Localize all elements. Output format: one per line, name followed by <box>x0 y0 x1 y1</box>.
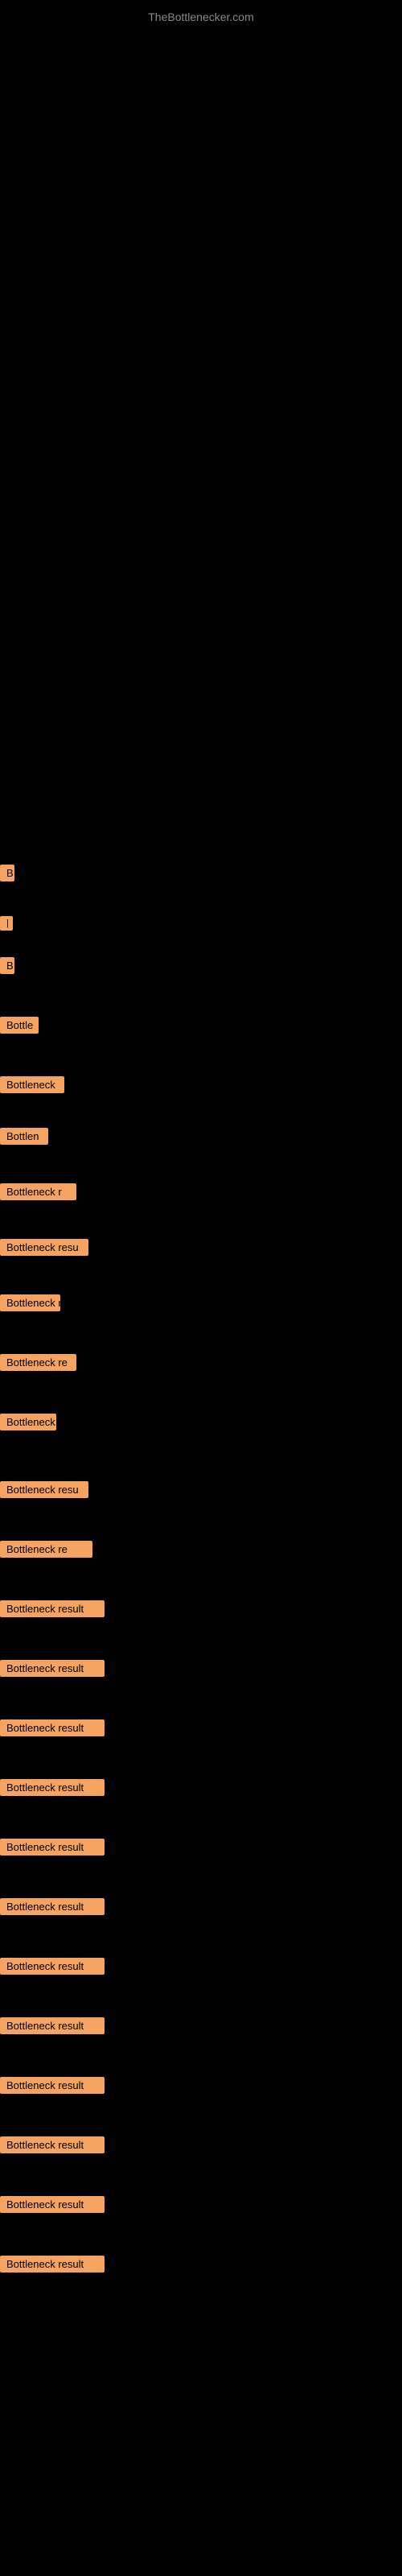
list-item: Bottleneck r <box>0 1180 402 1208</box>
bottleneck-result-label: Bottleneck result <box>0 2196 105 2213</box>
bottleneck-result-label: Bottleneck result <box>0 1600 105 1617</box>
bottleneck-result-label: Bottleneck result <box>0 1898 105 1915</box>
list-item: Bottleneck resu <box>0 1478 402 1505</box>
list-item: Bottleneck result <box>0 1955 402 1982</box>
list-item: Bottleneck result <box>0 1835 402 1863</box>
bottleneck-result-label: Bottleneck result <box>0 1779 105 1796</box>
list-item: Bottleneck re <box>0 1538 402 1565</box>
bottleneck-result-label: Bottleneck result <box>0 2017 105 2034</box>
list-item: Bottleneck result <box>0 1776 402 1803</box>
bottleneck-result-label: Bottle <box>0 1017 39 1034</box>
site-title: TheBottlenecker.com <box>0 4 402 30</box>
bottleneck-result-label: Bottleneck re <box>0 1541 92 1558</box>
bottleneck-result-label: Bottleneck result <box>0 2256 105 2273</box>
list-item: Bottleneck result <box>0 2133 402 2161</box>
list-item: Bottleneck result <box>0 1597 402 1624</box>
bottleneck-result-label: | <box>0 916 13 931</box>
list-item: Bottleneck r <box>0 1291 402 1319</box>
list-item: Bottleneck re <box>0 1351 402 1378</box>
list-item: B <box>0 954 402 981</box>
bottleneck-result-label: B <box>0 957 14 974</box>
list-item: Bottleneck <box>0 1410 402 1438</box>
bottleneck-result-label: Bottleneck r <box>0 1183 76 1200</box>
bottleneck-result-label: Bottleneck r <box>0 1294 60 1311</box>
list-item: Bottleneck result <box>0 2252 402 2280</box>
list-item: Bottleneck resu <box>0 1236 402 1263</box>
bottleneck-result-label: Bottleneck result <box>0 1660 105 1677</box>
bottleneck-result-label: Bottleneck <box>0 1076 64 1093</box>
bottleneck-result-label: Bottleneck <box>0 1414 56 1430</box>
bottleneck-result-label: Bottleneck result <box>0 2077 105 2094</box>
list-item: Bottleneck result <box>0 2193 402 2220</box>
bottleneck-result-label: Bottleneck re <box>0 1354 76 1371</box>
list-item: Bottleneck result <box>0 1657 402 1684</box>
bottleneck-result-label: Bottleneck result <box>0 1839 105 1856</box>
bottleneck-result-label: B <box>0 865 14 881</box>
list-item: B <box>0 861 402 889</box>
bottleneck-result-label: Bottleneck result <box>0 2136 105 2153</box>
list-item: Bottleneck <box>0 1073 402 1100</box>
bottleneck-list: B | B Bottle Bottleneck Bottlen Bottlene… <box>0 845 402 2280</box>
bottleneck-result-label: Bottleneck resu <box>0 1481 88 1498</box>
list-item: Bottlen <box>0 1125 402 1152</box>
list-item: Bottleneck result <box>0 1716 402 1744</box>
list-item: | <box>0 913 402 938</box>
bottleneck-result-label: Bottleneck result <box>0 1958 105 1975</box>
list-item: Bottleneck result <box>0 2074 402 2101</box>
list-item: Bottle <box>0 1013 402 1041</box>
bottleneck-result-label: Bottlen <box>0 1128 48 1145</box>
bottleneck-result-label: Bottleneck result <box>0 1719 105 1736</box>
list-item: Bottleneck result <box>0 2014 402 2041</box>
bottleneck-result-label: Bottleneck resu <box>0 1239 88 1256</box>
list-item: Bottleneck result <box>0 1895 402 1922</box>
